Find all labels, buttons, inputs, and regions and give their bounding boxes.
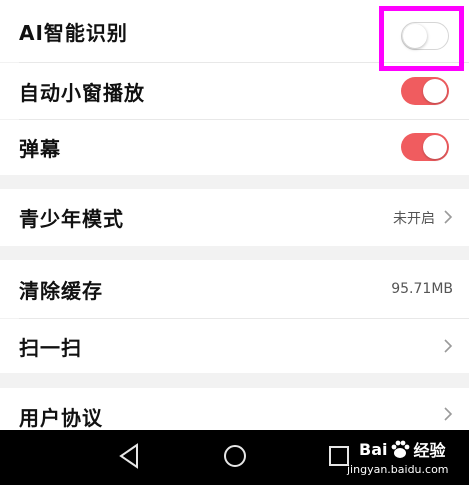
- setting-row-user-agreement[interactable]: 用户协议: [0, 388, 469, 430]
- baidu-jingyan-watermark: Bai 经验 jingyan.baidu.com: [341, 435, 461, 481]
- setting-row-danmaku[interactable]: 弹幕: [0, 120, 469, 175]
- auto-mini-window-toggle[interactable]: [401, 77, 449, 105]
- home-icon[interactable]: [222, 442, 248, 470]
- back-icon[interactable]: [117, 442, 141, 470]
- scan-label: 扫一扫: [19, 335, 82, 360]
- chevron-right-icon: [444, 339, 453, 353]
- ai-recognition-label: AI智能识别: [19, 20, 128, 45]
- chevron-right-icon: [444, 210, 453, 224]
- user-agreement-label: 用户协议: [19, 406, 103, 430]
- teen-mode-label: 青少年模式: [19, 207, 124, 231]
- highlight-box: [379, 6, 464, 71]
- setting-row-auto-mini-window[interactable]: 自动小窗播放: [0, 63, 469, 119]
- system-navigation-bar: Bai 经验 jingyan.baidu.com: [0, 430, 469, 485]
- watermark-logo-text: Bai: [359, 439, 388, 459]
- clear-cache-label: 清除缓存: [19, 278, 103, 303]
- teen-mode-status: 未开启: [393, 210, 435, 227]
- setting-row-teen-mode[interactable]: 青少年模式 未开启: [0, 189, 469, 246]
- chevron-right-icon: [444, 407, 453, 421]
- cache-size-value: 95.71MB: [391, 281, 453, 297]
- setting-row-clear-cache[interactable]: 清除缓存 95.71MB: [0, 260, 469, 318]
- danmaku-toggle[interactable]: [401, 133, 449, 161]
- paw-icon: [392, 440, 410, 458]
- watermark-logo-suffix: 经验: [413, 441, 446, 460]
- toggle-knob: [423, 135, 447, 159]
- danmaku-label: 弹幕: [19, 137, 61, 161]
- setting-row-scan[interactable]: 扫一扫: [0, 319, 469, 373]
- toggle-knob: [423, 79, 447, 103]
- auto-mini-window-label: 自动小窗播放: [19, 80, 145, 105]
- watermark-url: jingyan.baidu.com: [347, 463, 449, 476]
- watermark-logo: Bai 经验: [359, 437, 446, 461]
- settings-page: AI智能识别 自动小窗播放 弹幕 青少年模式 未开启 清除缓存 95.71MB …: [0, 0, 469, 485]
